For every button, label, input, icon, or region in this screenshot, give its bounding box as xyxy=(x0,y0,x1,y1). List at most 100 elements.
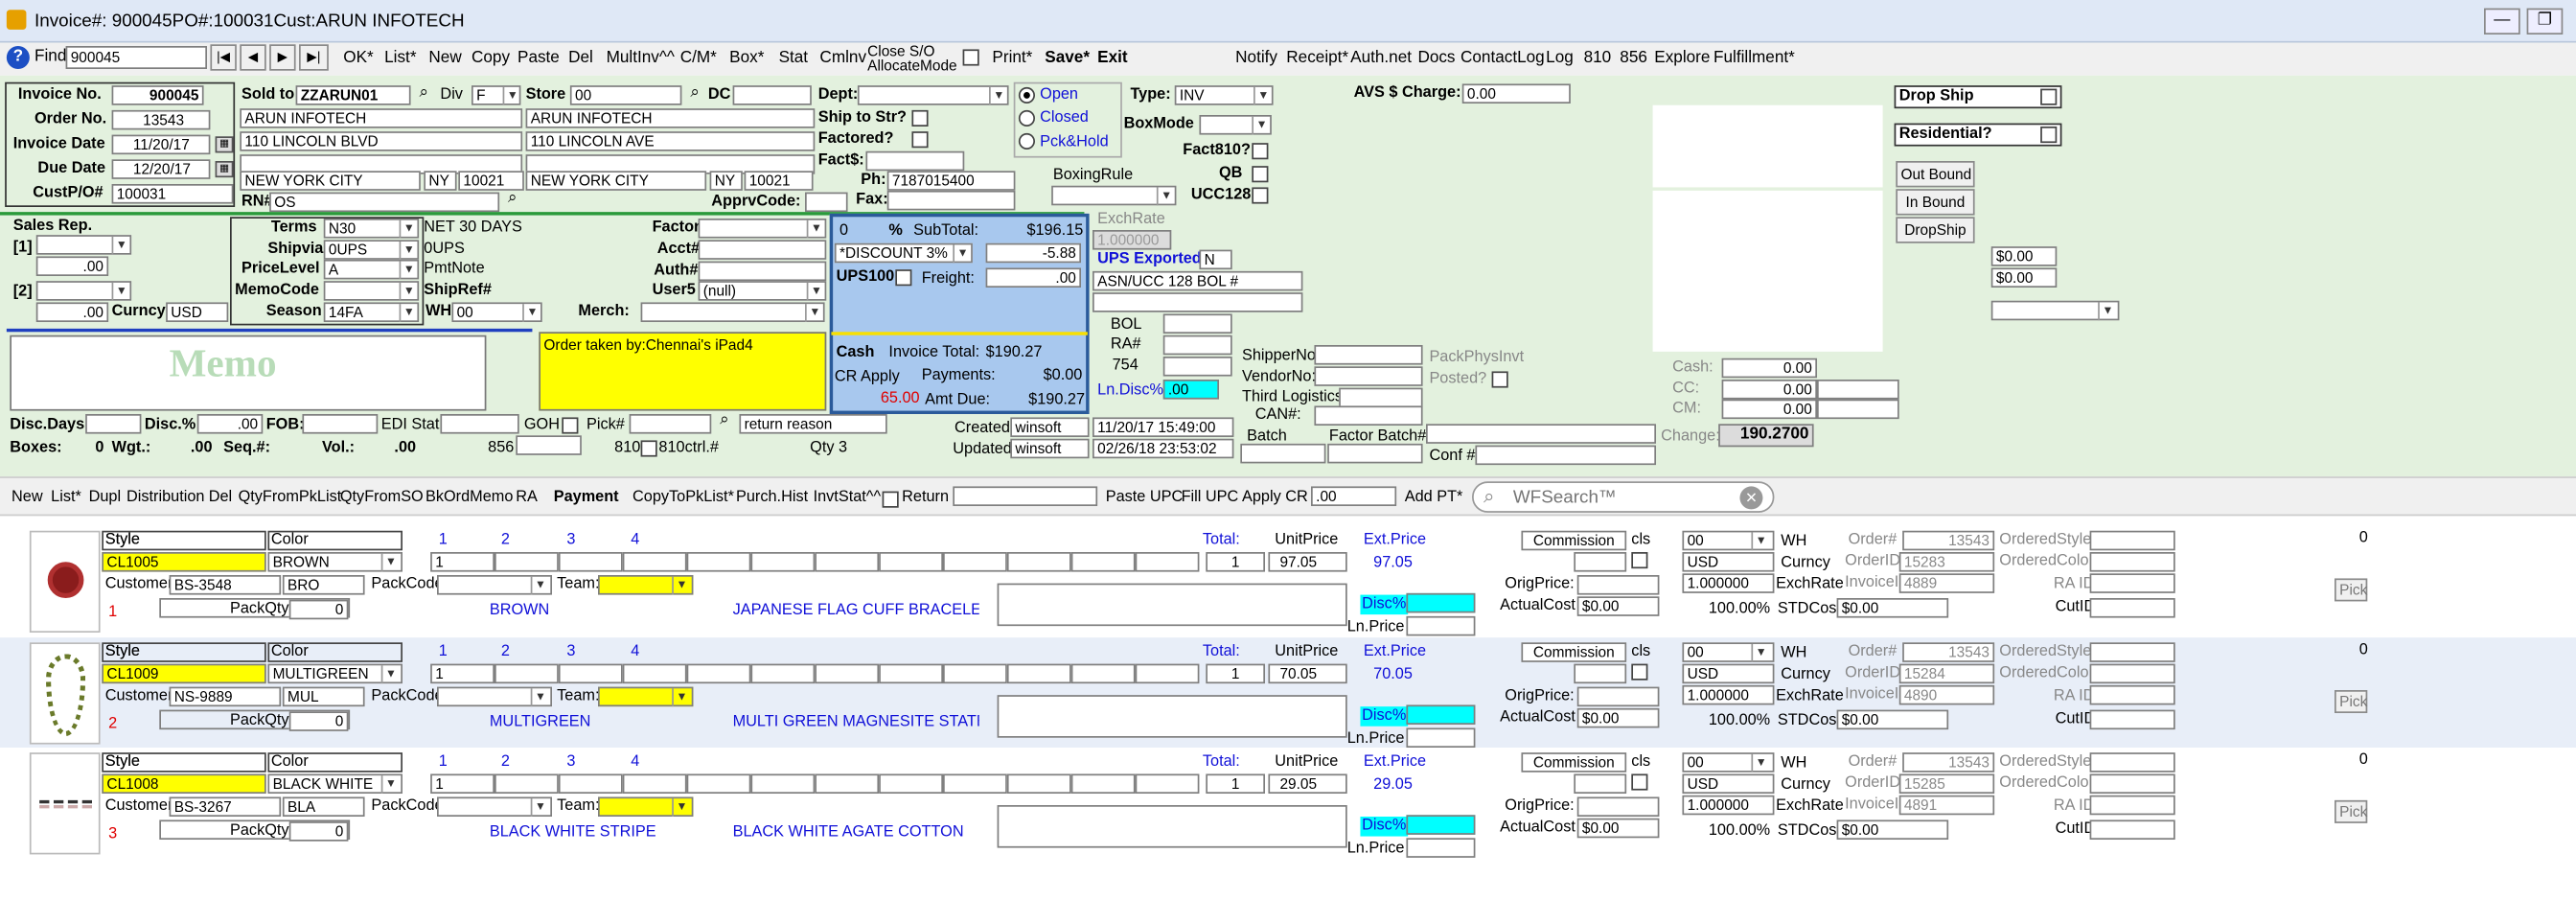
size-qty-field[interactable]: 1 xyxy=(430,552,495,572)
contactlog-button[interactable]: ContactLog xyxy=(1456,46,1550,72)
shipperno-field[interactable] xyxy=(1314,345,1423,365)
cminv-button[interactable]: Cmlnv xyxy=(815,46,871,72)
search-icon[interactable]: ⌕ xyxy=(683,83,706,106)
discount-amount-field[interactable]: -5.88 xyxy=(985,242,1082,264)
ship-state-field[interactable]: NY xyxy=(709,171,743,191)
status-closed-radio[interactable] xyxy=(1018,109,1036,127)
search-input[interactable] xyxy=(1512,486,1727,510)
new-button[interactable]: New xyxy=(424,46,467,72)
qb-checkbox[interactable] xyxy=(1252,166,1269,183)
line-disc-field[interactable] xyxy=(1406,592,1476,613)
chevron-down-icon[interactable]: ▼ xyxy=(380,665,400,684)
exchrate-field[interactable]: 1.000000 xyxy=(1682,573,1775,593)
line-notes-field[interactable] xyxy=(997,805,1347,848)
line-list-button[interactable]: List* xyxy=(46,485,86,511)
ship-name-field[interactable]: ARUN INFOTECH xyxy=(525,108,816,128)
chevron-down-icon[interactable]: ▼ xyxy=(672,688,690,707)
lnprice-field[interactable] xyxy=(1406,727,1476,749)
copy-button[interactable]: Copy xyxy=(467,46,515,72)
prev-record-icon[interactable]: ◀ xyxy=(240,44,266,71)
acct-field[interactable] xyxy=(698,240,827,260)
residential-checkbox[interactable] xyxy=(2040,127,2058,144)
size-qty-field[interactable] xyxy=(1070,663,1136,684)
size-qty-field[interactable] xyxy=(622,552,687,572)
chevron-down-icon[interactable]: ▼ xyxy=(502,86,521,105)
origprice-field[interactable] xyxy=(1576,686,1660,707)
chevron-down-icon[interactable]: ▼ xyxy=(672,798,690,818)
rep1-commission-field[interactable]: .00 xyxy=(35,256,109,277)
size-qty-field[interactable] xyxy=(1070,773,1136,795)
size-qty-field[interactable]: 1 xyxy=(430,773,495,795)
stdcost-field[interactable]: $0.00 xyxy=(1836,598,1949,618)
size-qty-field[interactable] xyxy=(815,663,880,684)
exit-button[interactable]: Exit xyxy=(1092,46,1133,72)
phone-field[interactable]: 7187015400 xyxy=(886,171,1016,191)
fulfillment-button[interactable]: Fulfillment* xyxy=(1709,46,1800,72)
log-button[interactable]: Log xyxy=(1541,46,1578,72)
customer-style-field[interactable]: NS-9889 xyxy=(169,686,282,707)
856-field[interactable] xyxy=(516,435,582,455)
freight-field[interactable]: .00 xyxy=(985,267,1082,288)
size-qty-field[interactable] xyxy=(1070,552,1136,572)
cc-extra-field[interactable] xyxy=(1817,380,1899,400)
cm-field[interactable]: 0.00 xyxy=(1721,399,1818,420)
return-reason-field[interactable]: return reason xyxy=(739,414,887,434)
size-qty-field[interactable] xyxy=(558,552,623,572)
calendar-icon[interactable]: ▦ xyxy=(215,136,234,153)
ra-field[interactable] xyxy=(1162,335,1232,356)
edi-stat-field[interactable] xyxy=(440,414,519,434)
vendorno-field[interactable] xyxy=(1314,366,1423,386)
line-item-row[interactable]: Style Style CL1005 Color BROWN ▼ 1 2 3 4… xyxy=(0,525,2576,638)
clear-search-icon[interactable]: ✕ xyxy=(1739,486,1763,510)
bill-name-field[interactable]: ARUN INFOTECH xyxy=(240,108,523,128)
fill-upc-button[interactable]: Fill UPC xyxy=(1176,485,1243,511)
order-note-box[interactable]: Order taken by:Chennai's iPad4 xyxy=(539,332,827,411)
notify-button[interactable]: Notify xyxy=(1230,46,1282,72)
order-no-field[interactable]: 13543 xyxy=(111,109,211,130)
size-qty-field[interactable] xyxy=(494,663,559,684)
authnet-button[interactable]: Auth.net xyxy=(1346,46,1416,72)
inbound-button[interactable]: In Bound xyxy=(1896,189,1975,216)
chevron-down-icon[interactable]: ▼ xyxy=(1751,532,1769,551)
stat-button[interactable]: Stat xyxy=(773,46,813,72)
curncy-field[interactable]: USD xyxy=(1682,552,1775,572)
chevron-down-icon[interactable]: ▼ xyxy=(989,86,1007,105)
paste-button[interactable]: Paste xyxy=(513,46,564,72)
chevron-down-icon[interactable]: ▼ xyxy=(380,775,400,795)
size-qty-field[interactable] xyxy=(879,773,944,795)
size-qty-field[interactable] xyxy=(494,773,559,795)
curncy-field[interactable]: USD xyxy=(166,302,229,323)
cc-field[interactable]: 0.00 xyxy=(1721,380,1818,400)
line-notes-field[interactable] xyxy=(997,695,1347,738)
del-button[interactable]: Del xyxy=(564,46,598,72)
856-button[interactable]: 856 xyxy=(1615,46,1652,72)
dept-select[interactable] xyxy=(857,85,1009,105)
size-qty-field[interactable] xyxy=(1135,552,1200,572)
fact810-checkbox[interactable] xyxy=(1252,143,1269,160)
actualcost-field[interactable]: $0.00 xyxy=(1576,707,1660,728)
pick-button[interactable]: Pick xyxy=(2334,690,2367,714)
chevron-down-icon[interactable]: ▼ xyxy=(530,576,549,595)
size-qty-field[interactable] xyxy=(1006,773,1071,795)
auth-field[interactable] xyxy=(698,261,827,282)
size-qty-field[interactable] xyxy=(879,552,944,572)
chevron-down-icon[interactable]: ▼ xyxy=(530,798,549,818)
first-record-icon[interactable]: |◀ xyxy=(210,44,237,71)
origprice-field[interactable] xyxy=(1576,796,1660,818)
outbound-button[interactable]: Out Bound xyxy=(1896,161,1975,188)
shipto-store-checkbox[interactable] xyxy=(911,109,929,127)
bol-field[interactable] xyxy=(1162,313,1232,335)
unitprice-field[interactable]: 29.05 xyxy=(1268,773,1347,795)
receipt-button[interactable]: Receipt* xyxy=(1281,46,1353,72)
payment-button[interactable]: Payment xyxy=(549,485,624,511)
chevron-down-icon[interactable]: ▼ xyxy=(1751,753,1769,773)
packqty-field[interactable]: 0 xyxy=(288,821,349,842)
commission-field[interactable] xyxy=(1574,773,1627,795)
asn-field[interactable] xyxy=(1092,292,1303,312)
factorbatch-field[interactable] xyxy=(1327,443,1423,464)
multinv-button[interactable]: MultInv^^ xyxy=(601,46,679,72)
invoice-no-field[interactable]: 900045 xyxy=(111,85,204,105)
distribution-button[interactable]: Distribution xyxy=(122,485,210,511)
chevron-down-icon[interactable]: ▼ xyxy=(399,242,418,260)
custpo-field[interactable]: 100031 xyxy=(111,184,234,204)
